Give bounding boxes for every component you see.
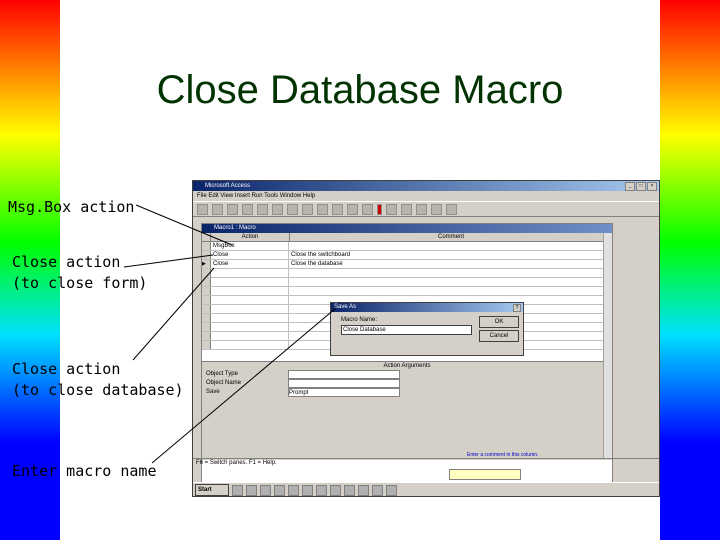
callout-line-close-database [132,267,215,361]
slide: Close Database Macro Msg.Box action Clos… [0,0,720,540]
callout-line-macro-name [151,307,337,464]
callout-lines [123,204,337,464]
callout-line-msgbox [135,204,233,246]
callout-line-close-form [123,254,214,268]
